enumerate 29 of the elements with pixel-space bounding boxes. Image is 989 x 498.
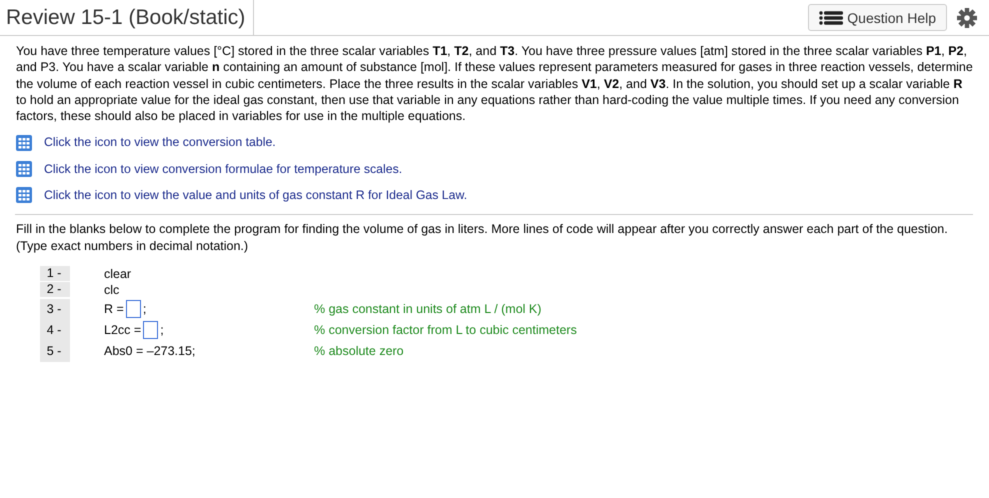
answer-box[interactable] [126, 300, 141, 318]
line-number: 4 - [40, 320, 70, 341]
line-number: 5 - [40, 340, 70, 362]
code-text: ; [142, 300, 146, 318]
resource-link[interactable]: Click the icon to view the conversion table. [44, 134, 276, 151]
code-text: L2cc = [104, 322, 142, 338]
page-title: Review 15-1 (Book/static) [0, 0, 254, 35]
table-icon[interactable] [16, 134, 32, 151]
line-number: 1 - [40, 266, 70, 281]
table-icon[interactable] [16, 160, 32, 177]
table-icon[interactable] [16, 187, 32, 204]
line-number: 3 - [40, 298, 70, 320]
answer-box[interactable] [143, 321, 158, 340]
settings-icon[interactable] [957, 8, 977, 28]
instructions: Fill in the blanks below to complete the program for finding the volume of gas in liters. More lines of code will appear after you correctly answer each part of the question. (Type exact numbers in decimal notation.) [16, 221, 949, 254]
code-text: ; [160, 322, 164, 338]
question-help-button[interactable]: Question Help [808, 4, 947, 31]
resource-link[interactable]: Click the icon to view the value and units of gas constant R for Ideal Gas Law. [44, 187, 468, 204]
code-text: Abs0 = –273.15; [104, 342, 196, 360]
code-comment: % gas constant in units of atm L / (mol K) [314, 300, 542, 318]
code-comment: % conversion factor from L to cubic centimeters [314, 322, 577, 338]
list-icon [819, 10, 844, 24]
code-comment: % absolute zero [314, 342, 404, 360]
code-text: clc [104, 282, 120, 299]
line-number: 2 - [40, 282, 70, 298]
resource-link[interactable]: Click the icon to view conversion formulae for temperature scales. [44, 160, 402, 178]
code-text: clear [104, 266, 132, 282]
code-text: R = [104, 300, 124, 318]
problem-statement: You have three temperature values [°C] stored in the three scalar variables T1, T2, and T3. You have three pressure values [atm] stored in the three scalar variables P1, P2, and P3. You have a scalar variable n containing an amount of substance [mol]. If these values represent parameters measured for gases in three reaction vessels, determine the volume of each reaction vessel in cubic centimeters. Place the three results in the scalar variables V1, V2, and V3. In the solution, you should set up a scalar variable R to hold an appropriate value for the ideal gas constant, then use that variable in any equations rather than hard-coding the value multiple times. If you need any conversion factors, these should also be placed in variables for use in the multiple equations. [16, 43, 973, 124]
